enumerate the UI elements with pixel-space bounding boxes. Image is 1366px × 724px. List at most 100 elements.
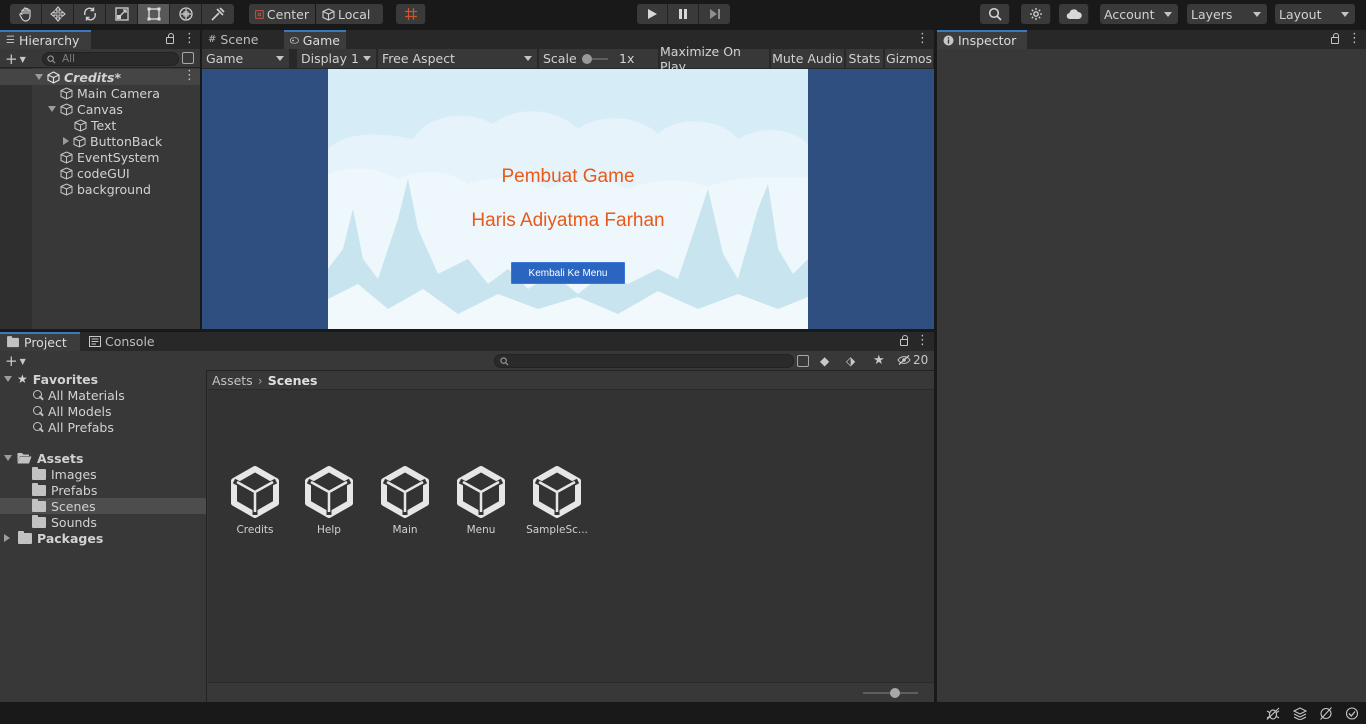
scale-label: Scale	[543, 51, 577, 66]
scene-asset[interactable]: Help	[291, 466, 367, 536]
filter-by-label-icon[interactable]: ⬗	[846, 354, 855, 368]
more-options-icon[interactable]: ⋮	[916, 334, 929, 347]
gizmos-button[interactable]: Gizmos	[885, 49, 934, 68]
cloud-button[interactable]	[1059, 4, 1089, 24]
layout-dropdown[interactable]: Layout	[1275, 4, 1355, 24]
expand-arrow-icon[interactable]	[4, 455, 12, 461]
assets-folder[interactable]: Prefabs	[32, 482, 97, 498]
project-search-input[interactable]	[494, 354, 794, 368]
scene-asset[interactable]: Credits	[217, 466, 293, 536]
network-icon[interactable]	[1319, 707, 1333, 720]
hierarchy-item[interactable]: Text	[74, 117, 116, 133]
hidden-packages-toggle[interactable]: 20	[897, 353, 928, 367]
pivot-toggle[interactable]: Center	[249, 4, 315, 24]
favorites-item[interactable]: All Materials	[32, 387, 125, 403]
account-dropdown[interactable]: Account	[1100, 4, 1178, 24]
tab-scene[interactable]: # Scene	[202, 30, 284, 49]
grid-snap-button[interactable]	[396, 4, 426, 24]
lock-icon[interactable]	[166, 33, 174, 44]
add-plus-icon[interactable]: + ▼	[5, 50, 26, 68]
hierarchy-item[interactable]: Main Camera	[60, 85, 160, 101]
unity-logo-icon	[305, 466, 353, 518]
display-label: Display 1	[301, 51, 360, 66]
custom-tool-icon[interactable]	[202, 4, 234, 24]
scale-slider-thumb[interactable]	[582, 54, 592, 64]
scale-tool-icon[interactable]	[106, 4, 138, 24]
favorites-item[interactable]: All Prefabs	[32, 419, 114, 435]
add-plus-icon[interactable]: + ▼	[5, 352, 26, 370]
hierarchy-item[interactable]: ButtonBack	[63, 133, 162, 149]
game-mode-dropdown[interactable]: Game	[202, 49, 290, 68]
tab-hierarchy[interactable]: ☰ Hierarchy	[0, 30, 91, 49]
project-toolbar: + ▼ ◆ ⬗ ★ 20	[0, 351, 934, 371]
collapsed-arrow-icon[interactable]	[63, 137, 69, 145]
assets-folder-selected[interactable]: Scenes	[0, 498, 206, 514]
tab-game[interactable]: Game	[284, 30, 346, 49]
aspect-dropdown[interactable]: Free Aspect	[378, 49, 538, 68]
scene-asset[interactable]: SampleSc...	[519, 466, 595, 536]
favorites-star-icon[interactable]: ★	[873, 353, 885, 368]
expand-arrow-icon[interactable]	[4, 376, 12, 382]
packages-section[interactable]: Packages	[4, 530, 103, 546]
scene-options-icon[interactable]: ⋮	[183, 69, 196, 82]
layers-dropdown[interactable]: Layers	[1187, 4, 1267, 24]
tab-console[interactable]: Console	[83, 332, 163, 351]
search-button[interactable]	[980, 4, 1010, 24]
hierarchy-item[interactable]: Canvas	[48, 101, 123, 117]
assets-folder[interactable]: Sounds	[32, 514, 97, 530]
assets-folder[interactable]: Images	[32, 466, 97, 482]
collapsed-arrow-icon[interactable]	[4, 534, 10, 542]
check-circle-icon[interactable]	[1345, 707, 1359, 720]
display-dropdown[interactable]: Display 1	[297, 49, 377, 68]
hierarchy-item[interactable]: background	[60, 181, 151, 197]
layers-stack-icon[interactable]	[1293, 707, 1307, 720]
rotate-tool-icon[interactable]	[74, 4, 106, 24]
game-viewport[interactable]: Pembuat Game Haris Adiyatma Farhan Kemba…	[202, 69, 934, 329]
scene-asset[interactable]: Menu	[443, 466, 519, 536]
scene-visibility-icon[interactable]	[182, 52, 194, 64]
more-options-icon[interactable]: ⋮	[1348, 32, 1361, 45]
stats-button[interactable]: Stats	[846, 49, 884, 68]
maximize-on-play-button[interactable]: Maximize On Play	[660, 44, 770, 74]
assets-section[interactable]: Assets	[4, 450, 83, 466]
search-scope-icon[interactable]	[797, 355, 809, 367]
tab-project[interactable]: Project	[0, 332, 80, 351]
more-options-icon[interactable]: ⋮	[916, 32, 929, 45]
scale-slider[interactable]: Scale 1x	[539, 49, 659, 68]
icon-size-slider-thumb[interactable]	[890, 688, 900, 698]
back-to-menu-button[interactable]: Kembali Ke Menu	[511, 262, 625, 284]
step-button[interactable]	[699, 4, 730, 24]
tab-inspector[interactable]: Inspector	[937, 30, 1027, 49]
favorites-section[interactable]: ★ Favorites	[4, 371, 98, 387]
favorites-item[interactable]: All Models	[32, 403, 112, 419]
project-tabbar: Project Console ⋮	[0, 332, 934, 351]
space-toggle[interactable]: Local	[316, 4, 383, 24]
scene-asset[interactable]: Main	[367, 466, 443, 536]
hierarchy-search-input[interactable]: All	[42, 52, 179, 66]
play-button[interactable]	[637, 4, 668, 24]
bug-icon[interactable]	[1266, 707, 1280, 720]
mute-audio-button[interactable]: Mute Audio	[771, 49, 845, 68]
pause-button[interactable]	[668, 4, 699, 24]
rect-tool-icon[interactable]	[138, 4, 170, 24]
expand-arrow-icon[interactable]	[35, 74, 43, 80]
open-folder-icon	[17, 453, 32, 464]
transform-tool-icon[interactable]	[170, 4, 202, 24]
hierarchy-item[interactable]: EventSystem	[60, 149, 159, 165]
more-options-icon[interactable]: ⋮	[183, 32, 196, 45]
lock-icon[interactable]	[1331, 33, 1339, 44]
services-gear-icon	[1029, 8, 1042, 20]
hand-tool-icon[interactable]	[10, 4, 42, 24]
console-icon	[89, 336, 101, 347]
move-tool-icon[interactable]	[42, 4, 74, 24]
folder-icon	[7, 336, 19, 348]
lock-icon[interactable]	[900, 335, 908, 346]
breadcrumb-item[interactable]: Assets	[212, 373, 253, 388]
services-button[interactable]	[1021, 4, 1051, 24]
favorites-item-label: All Models	[48, 403, 112, 419]
filter-by-type-icon[interactable]: ◆	[820, 354, 829, 368]
hierarchy-item[interactable]: codeGUI	[60, 165, 130, 181]
scene-grid-icon: #	[208, 34, 217, 45]
scene-row-credits[interactable]: Credits* ⋮	[0, 69, 200, 85]
expand-arrow-icon[interactable]	[48, 106, 56, 112]
